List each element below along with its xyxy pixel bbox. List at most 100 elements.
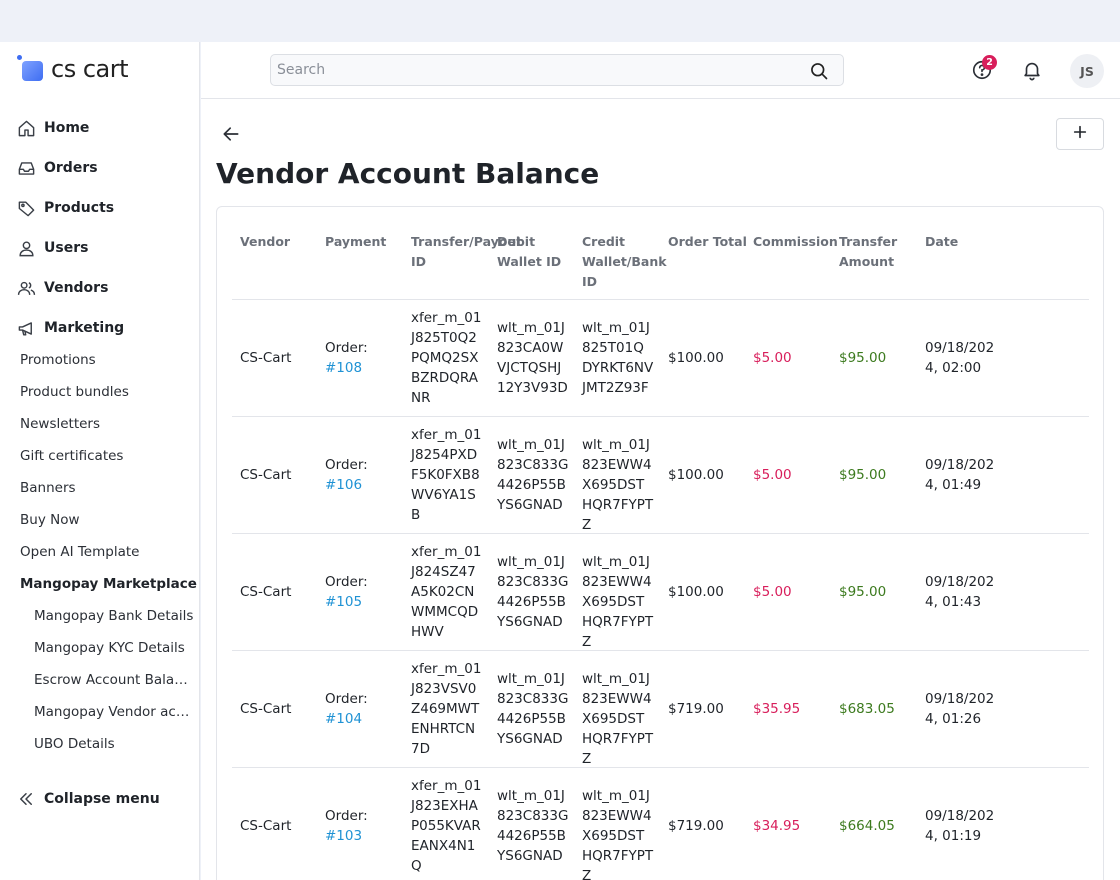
search-box[interactable] [270, 54, 844, 86]
sidebar-item-orders[interactable]: Orders [16, 156, 196, 180]
table-row: CS-Cart Order: #108 xfer_m_01J825T0Q2PQM… [232, 299, 1089, 416]
payment-cell: Order: #108 [325, 338, 368, 378]
sidebar-item-product-bundles[interactable]: Product bundles [20, 384, 129, 404]
collapse-menu-button[interactable]: Collapse menu [16, 787, 196, 811]
column-header-transfer-id[interactable]: Transfer/Payout ID [411, 232, 522, 272]
column-header-order-total[interactable]: Order Total [668, 232, 753, 252]
order-link[interactable]: #104 [325, 711, 362, 727]
commission-cell: $5.00 [753, 350, 792, 366]
column-header-date[interactable]: Date [925, 232, 1010, 252]
credit-wallet-cell: wlt_m_01J823EWW4X695DSTHQR7FYPTZ [582, 671, 654, 767]
sidebar-item-home[interactable]: Home [16, 116, 196, 140]
transfer-amount-cell: $95.00 [839, 350, 887, 366]
vendor-cell: CS-Cart [240, 701, 292, 717]
table-row: CS-Cart Order: #104 xfer_m_01J823VSV0Z46… [232, 650, 1089, 767]
commission-cell: $35.95 [753, 701, 801, 717]
sidebar-item-products[interactable]: Products [16, 196, 196, 220]
payment-prefix: Order: [325, 457, 368, 473]
order-link[interactable]: #108 [325, 360, 362, 376]
transfer-id-cell: xfer_m_01J823EXHAP055KVAREANX4N1Q [411, 778, 482, 874]
date-cell: 09/18/2024, 01:19 [925, 808, 995, 844]
transfer-amount-cell: $683.05 [839, 701, 895, 717]
column-header-payment[interactable]: Payment [325, 232, 410, 252]
column-header-debit-wallet[interactable]: Debit Wallet ID [497, 232, 582, 272]
commission-cell: $34.95 [753, 818, 801, 834]
help-badge: 2 [982, 55, 997, 70]
main-content: 2 JS Vendor Account Balance Vendor Payme… [201, 42, 1120, 880]
transfer-amount-cell: $95.00 [839, 584, 887, 600]
payment-prefix: Order: [325, 808, 368, 824]
sidebar-item-marketing[interactable]: Marketing [16, 316, 196, 340]
credit-wallet-cell: wlt_m_01J823EWW4X695DSTHQR7FYPTZ [582, 788, 654, 880]
debit-wallet-cell: wlt_m_01J823C833G4426P55BYS6GNAD [497, 788, 569, 864]
payment-prefix: Order: [325, 574, 368, 590]
sidebar-item-mangopay-vendor-account-balance[interactable]: Mangopay Vendor account balance [34, 704, 194, 724]
vendor-cell: CS-Cart [240, 350, 292, 366]
sidebar-item-label: Orders [44, 160, 98, 176]
table-row: CS-Cart Order: #106 xfer_m_01J8254PXDF5K… [232, 416, 1089, 533]
vendor-cell: CS-Cart [240, 467, 292, 483]
sidebar-item-gift-certificates[interactable]: Gift certificates [20, 448, 123, 468]
column-header-commission[interactable]: Commission [753, 232, 838, 252]
top-strip [0, 0, 1120, 42]
order-total-cell: $100.00 [668, 467, 724, 483]
sidebar-item-newsletters[interactable]: Newsletters [20, 416, 100, 436]
order-link[interactable]: #106 [325, 477, 362, 493]
credit-wallet-cell: wlt_m_01J823EWW4X695DSTHQR7FYPTZ [582, 554, 654, 650]
sidebar-item-mangopay-marketplace[interactable]: Mangopay Marketplace [20, 576, 197, 596]
date-cell: 09/18/2024, 01:43 [925, 574, 995, 610]
debit-wallet-cell: wlt_m_01J823C833G4426P55BYS6GNAD [497, 554, 569, 630]
sidebar-item-vendors[interactable]: Vendors [16, 276, 196, 300]
column-header-transfer-amount[interactable]: Transfer Amount [839, 232, 924, 272]
tag-icon [16, 198, 36, 218]
sidebar-item-users[interactable]: Users [16, 236, 196, 260]
payment-cell: Order: #103 [325, 806, 368, 846]
logo-text: cs cart [51, 55, 129, 83]
home-icon [16, 118, 36, 138]
plus-icon [1072, 124, 1088, 144]
transfer-id-cell: xfer_m_01J825T0Q2PQMQ2SXBZRDQRANR [411, 310, 482, 406]
payment-cell: Order: #106 [325, 455, 368, 495]
order-link[interactable]: #103 [325, 828, 362, 844]
table-row: CS-Cart Order: #105 xfer_m_01J824SZ47A5K… [232, 533, 1089, 650]
sidebar-item-buy-now[interactable]: Buy Now [20, 512, 80, 532]
payment-cell: Order: #105 [325, 572, 368, 612]
sidebar-item-escrow-account-balance[interactable]: Escrow Account Balance [34, 672, 194, 692]
add-button[interactable] [1056, 118, 1104, 150]
search-input[interactable] [277, 60, 797, 80]
page-title: Vendor Account Balance [216, 157, 600, 190]
sidebar-item-label: Vendors [44, 280, 109, 296]
bell-icon[interactable] [1021, 59, 1043, 81]
payment-prefix: Order: [325, 691, 368, 707]
sidebar-item-banners[interactable]: Banners [20, 480, 76, 500]
column-header-vendor[interactable]: Vendor [240, 232, 325, 252]
users-icon [16, 278, 36, 298]
transfer-amount-cell: $664.05 [839, 818, 895, 834]
transfer-id-cell: xfer_m_01J823VSV0Z469MWTENHRTCN7D [411, 661, 482, 757]
avatar[interactable]: JS [1070, 54, 1104, 88]
sidebar-item-label: Products [44, 200, 115, 216]
order-total-cell: $100.00 [668, 350, 724, 366]
vendor-cell: CS-Cart [240, 818, 292, 834]
sidebar-item-label: Home [44, 120, 90, 136]
logo[interactable]: cs cart [16, 54, 129, 84]
sidebar-item-label: Marketing [44, 320, 125, 336]
payment-cell: Order: #104 [325, 689, 368, 729]
order-total-cell: $719.00 [668, 701, 724, 717]
back-arrow-icon[interactable] [221, 124, 241, 144]
table-row: CS-Cart Order: #103 xfer_m_01J823EXHAP05… [232, 767, 1089, 880]
user-icon [16, 238, 36, 258]
order-link[interactable]: #105 [325, 594, 362, 610]
inbox-icon [16, 158, 36, 178]
sidebar-item-open-ai-template[interactable]: Open AI Template [20, 544, 139, 564]
column-header-credit-wallet[interactable]: Credit Wallet/Bank ID [582, 232, 667, 292]
date-cell: 09/18/2024, 01:49 [925, 457, 995, 493]
transfer-id-cell: xfer_m_01J8254PXDF5K0FXB8WV6YA1SB [411, 427, 482, 523]
search-icon[interactable] [809, 61, 829, 81]
sidebar-item-ubo-details[interactable]: UBO Details [34, 736, 194, 756]
sidebar-item-promotions[interactable]: Promotions [20, 352, 96, 372]
sidebar-item-mangopay-kyc-details[interactable]: Mangopay KYC Details [34, 640, 194, 660]
balance-table: Vendor Payment Transfer/Payout ID Debit … [216, 206, 1104, 880]
sidebar-item-mangopay-bank-details[interactable]: Mangopay Bank Details [34, 608, 194, 628]
debit-wallet-cell: wlt_m_01J823C833G4426P55BYS6GNAD [497, 437, 569, 513]
